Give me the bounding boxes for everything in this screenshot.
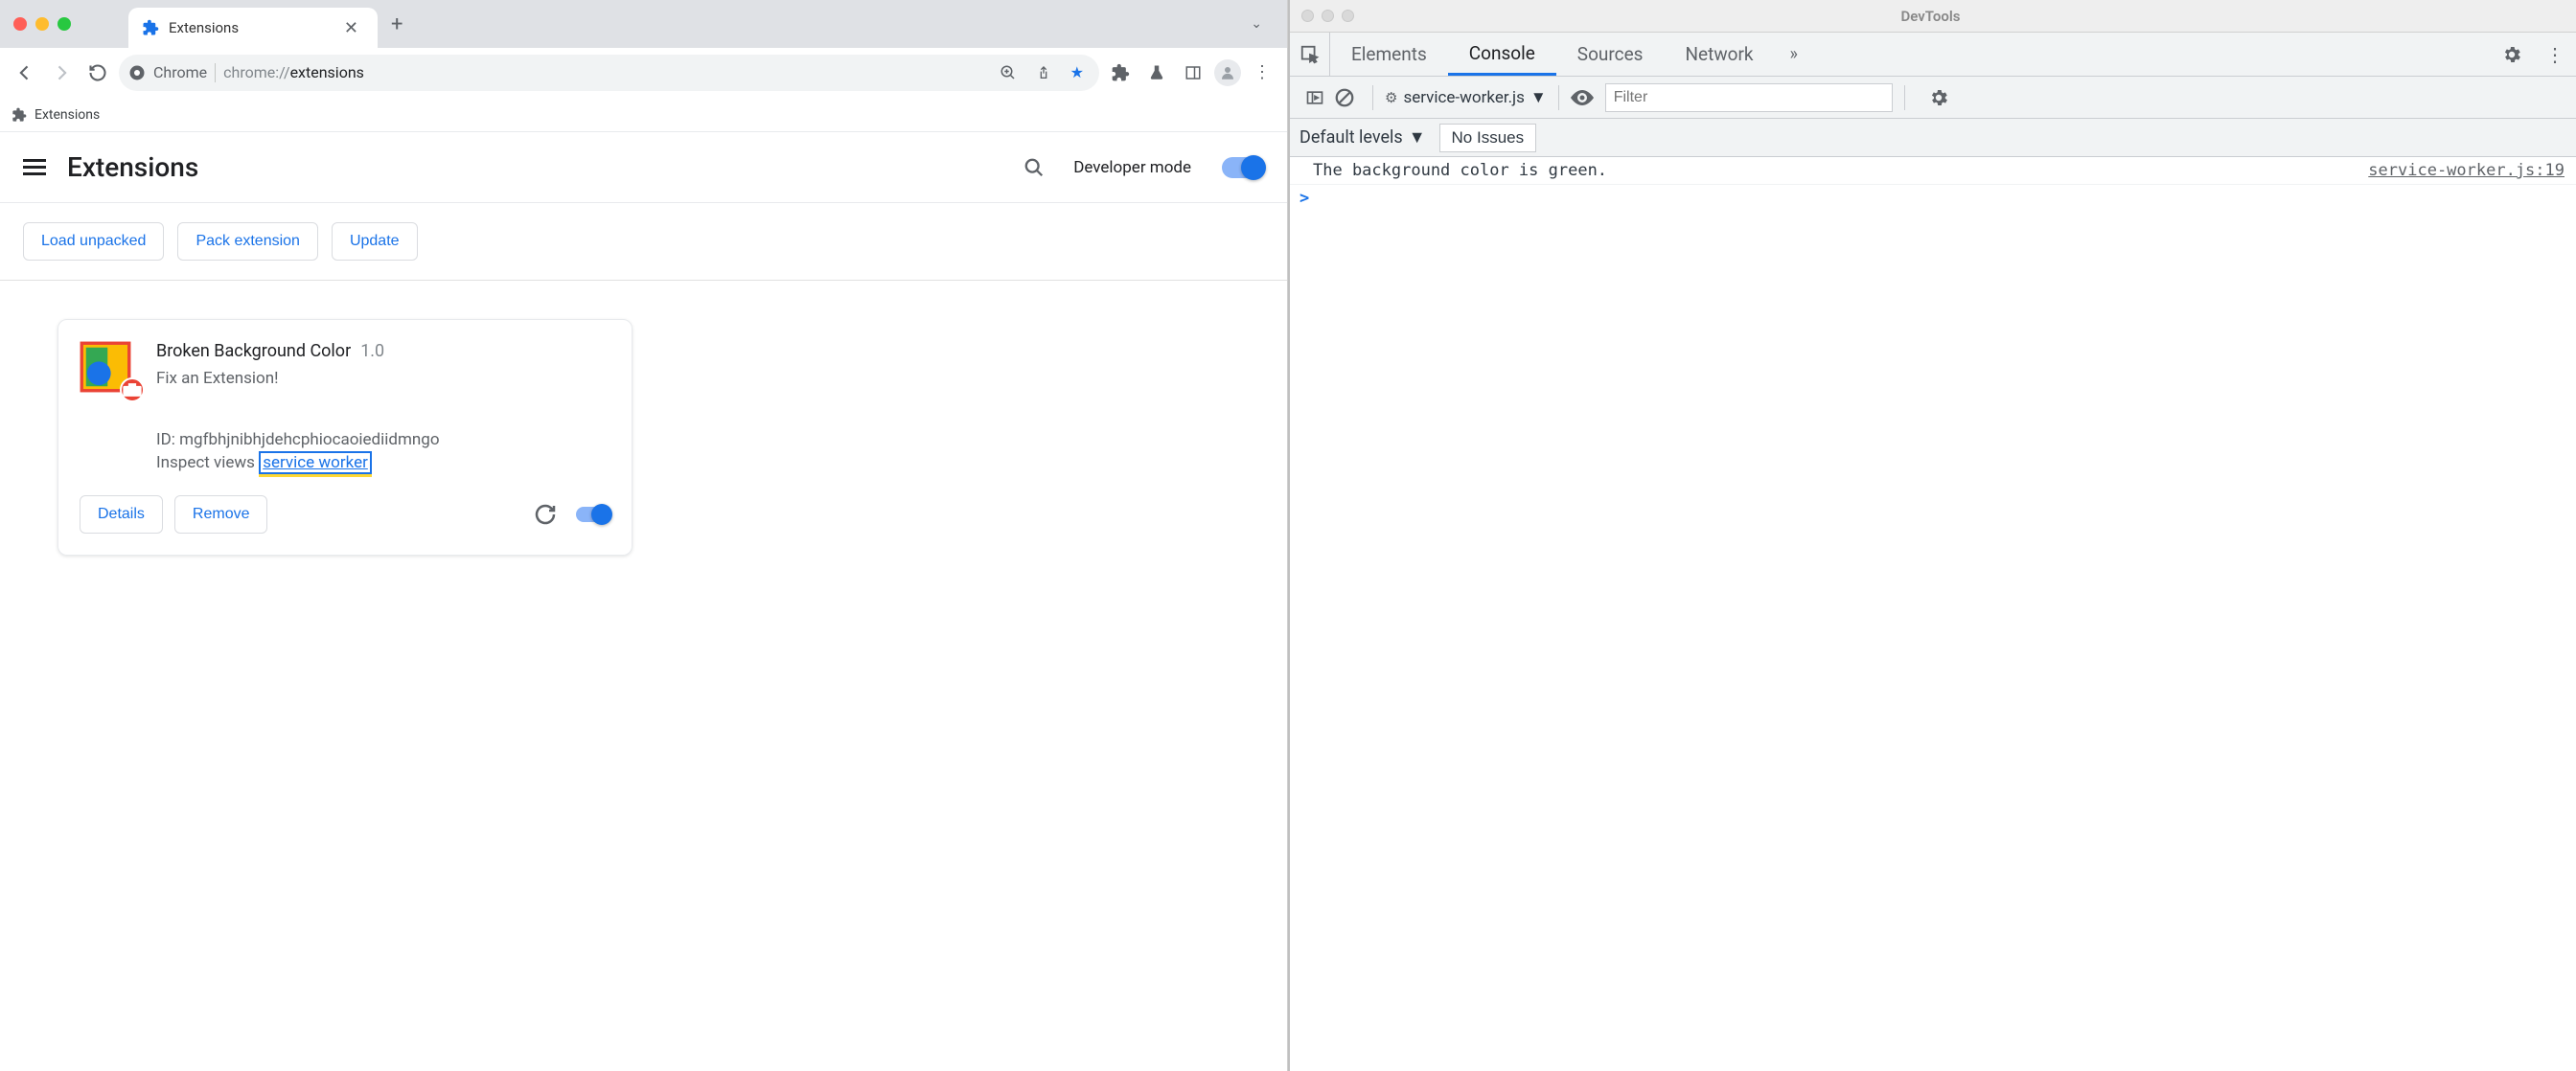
extension-icon [80, 341, 135, 397]
developer-mode-label: Developer mode [1073, 158, 1191, 177]
details-button[interactable]: Details [80, 495, 163, 534]
console-settings-gear-icon[interactable] [1917, 87, 1961, 108]
profile-avatar[interactable] [1214, 59, 1241, 86]
toggle-sidebar-icon[interactable] [1305, 88, 1324, 107]
omnibox[interactable]: Chrome chrome://extensions ★ [119, 55, 1099, 91]
log-levels-selector[interactable]: Default levels ▼ [1300, 127, 1426, 148]
extensions-icon[interactable] [1105, 57, 1136, 88]
clear-console-icon[interactable] [1334, 87, 1355, 108]
console-output: The background color is green. service-w… [1290, 157, 2576, 1071]
extension-card: Broken Background Color 1.0 Fix an Exten… [58, 319, 632, 556]
browser-tab[interactable]: Extensions ✕ [128, 8, 378, 48]
puzzle-icon [12, 107, 27, 123]
hamburger-menu-icon[interactable] [23, 159, 46, 175]
more-menu-icon[interactable]: ⋮ [2534, 33, 2576, 76]
settings-gear-icon[interactable] [2490, 33, 2534, 76]
bookmark-link[interactable]: Extensions [34, 107, 100, 123]
labs-icon[interactable] [1141, 57, 1172, 88]
issues-button[interactable]: No Issues [1439, 124, 1537, 152]
chrome-icon [128, 64, 146, 81]
console-log-row: The background color is green. service-w… [1290, 157, 2576, 185]
share-icon[interactable] [1030, 64, 1057, 81]
chevron-down-icon: ▼ [1409, 127, 1426, 148]
unpacked-badge-icon [120, 377, 145, 402]
maximize-window-icon[interactable] [1342, 10, 1354, 22]
extension-name: Broken Background Color [156, 341, 351, 361]
devtools-titlebar: DevTools [1290, 0, 2576, 33]
extension-id: ID: mgfbhjnibhjdehcphiocaoiediidmngo [156, 430, 610, 449]
update-button[interactable]: Update [332, 222, 418, 261]
live-expression-icon[interactable] [1571, 90, 1594, 105]
forward-button[interactable] [46, 57, 77, 88]
zoom-icon[interactable] [994, 64, 1023, 81]
bookmark-star-icon[interactable]: ★ [1065, 63, 1090, 81]
tab-title: Extensions [169, 19, 329, 36]
log-message: The background color is green. [1313, 161, 2368, 180]
tab-console[interactable]: Console [1448, 33, 1556, 76]
bookmark-bar: Extensions [0, 98, 1287, 132]
inspect-views-row: Inspect views service worker [156, 453, 610, 472]
tab-sources[interactable]: Sources [1556, 33, 1665, 76]
maximize-window-icon[interactable] [58, 17, 71, 31]
omnibox-label: Chrome [153, 63, 207, 81]
extension-version: 1.0 [360, 341, 384, 361]
tab-close-icon[interactable]: ✕ [338, 18, 364, 38]
log-source-link[interactable]: service-worker.js:19 [2368, 161, 2564, 180]
element-picker-icon[interactable] [1290, 33, 1330, 76]
extensions-list: Broken Background Color 1.0 Fix an Exten… [0, 281, 1287, 594]
tab-network[interactable]: Network [1664, 33, 1774, 76]
panel-icon[interactable] [1178, 57, 1208, 88]
load-unpacked-button[interactable]: Load unpacked [23, 222, 164, 261]
omnibox-url: chrome://extensions [223, 63, 986, 81]
console-prompt-icon[interactable]: > [1290, 185, 2576, 212]
context-selector[interactable]: ⚙ service-worker.js ▼ [1385, 88, 1547, 107]
new-tab-button[interactable]: + [391, 12, 402, 36]
more-tabs-icon[interactable]: » [1775, 33, 1813, 76]
extension-description: Fix an Extension! [156, 369, 610, 388]
puzzle-icon [142, 19, 159, 36]
tab-elements[interactable]: Elements [1330, 33, 1448, 76]
search-icon[interactable] [1016, 157, 1052, 178]
close-window-icon[interactable] [13, 17, 27, 31]
minimize-window-icon[interactable] [35, 17, 49, 31]
extension-enable-toggle[interactable] [576, 507, 610, 522]
minimize-window-icon[interactable] [1322, 10, 1334, 22]
extensions-header: Extensions Developer mode [0, 132, 1287, 203]
developer-actions: Load unpacked Pack extension Update [0, 203, 1287, 281]
chrome-window: Extensions ✕ + ⌄ Chrome chrome://extensi… [0, 0, 1288, 1071]
reload-extension-icon[interactable] [526, 503, 564, 526]
chevron-down-icon: ▼ [1530, 88, 1547, 107]
back-button[interactable] [10, 57, 40, 88]
browser-toolbar: Chrome chrome://extensions ★ ⋮ [0, 48, 1287, 98]
traffic-lights [1301, 10, 1354, 22]
reload-button[interactable] [82, 57, 113, 88]
console-toolbar: ⚙ service-worker.js ▼ [1290, 77, 2576, 119]
all-tabs-chevron-icon[interactable]: ⌄ [1239, 11, 1274, 37]
pack-extension-button[interactable]: Pack extension [177, 222, 318, 261]
gear-icon: ⚙ [1385, 89, 1397, 106]
console-filterbar: Default levels ▼ No Issues [1290, 119, 2576, 157]
menu-icon[interactable]: ⋮ [1247, 57, 1277, 88]
developer-mode-toggle[interactable] [1222, 157, 1264, 178]
devtools-tab-bar: Elements Console Sources Network » ⋮ [1290, 33, 2576, 77]
omnibox-divider [215, 63, 216, 82]
filter-input[interactable] [1605, 83, 1893, 112]
traffic-lights [13, 17, 71, 31]
devtools-window: DevTools Elements Console Sources Networ… [1288, 0, 2576, 1071]
tab-strip: Extensions ✕ + ⌄ [0, 0, 1287, 48]
remove-button[interactable]: Remove [174, 495, 268, 534]
page-title: Extensions [67, 151, 995, 183]
window-title: DevTools [1362, 8, 2499, 25]
service-worker-link[interactable]: service worker [259, 451, 372, 474]
close-window-icon[interactable] [1301, 10, 1314, 22]
